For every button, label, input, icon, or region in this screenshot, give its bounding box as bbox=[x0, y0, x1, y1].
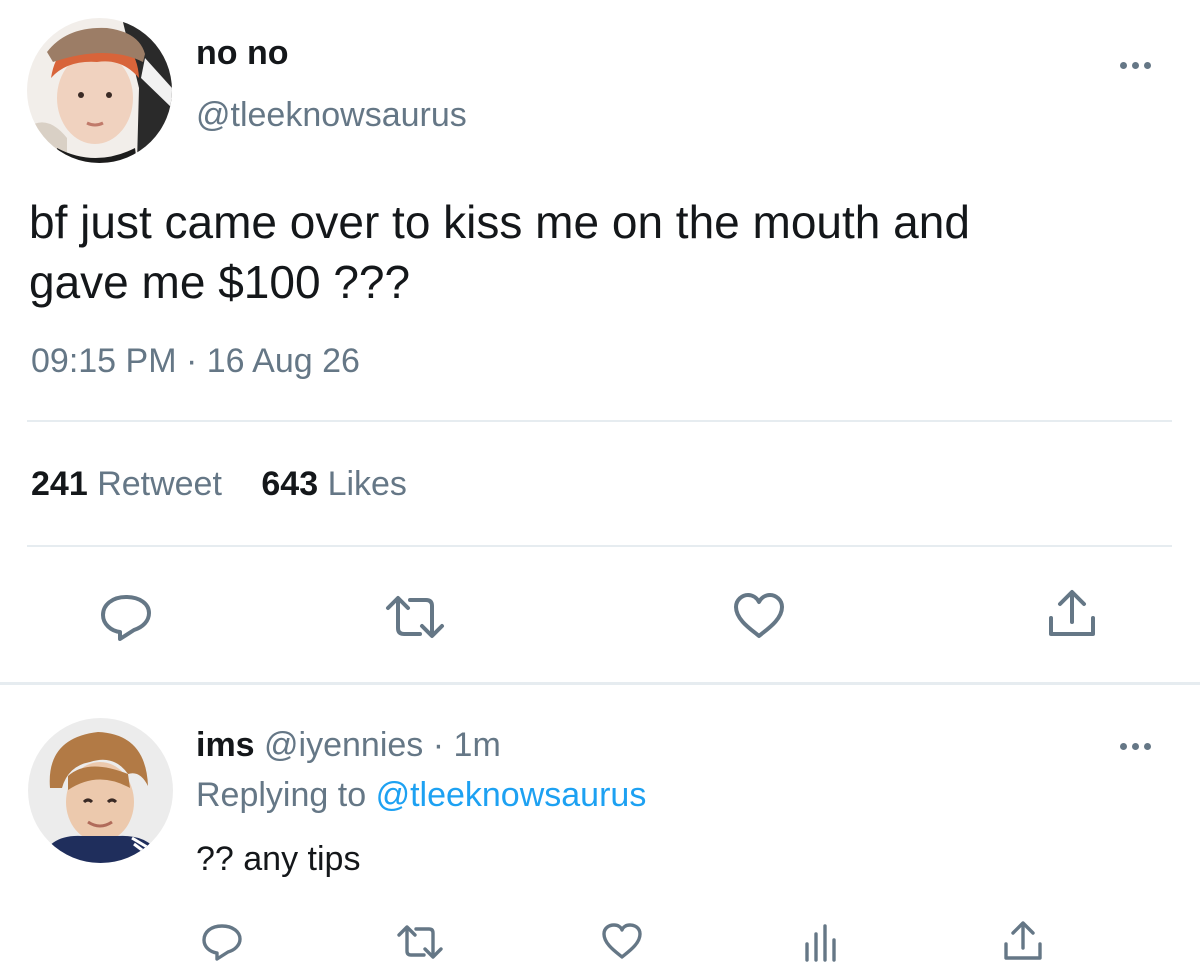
reply-icon[interactable] bbox=[98, 592, 154, 642]
share-icon[interactable] bbox=[1046, 588, 1098, 640]
author-handle[interactable]: @tleeknowsaurus bbox=[196, 96, 467, 135]
like-icon[interactable] bbox=[732, 592, 786, 640]
reply-header: ims @iyennies · 1m bbox=[196, 726, 501, 765]
tweet-text-line-2: gave me $100 ??? bbox=[29, 256, 411, 308]
divider bbox=[27, 545, 1172, 547]
thread-divider bbox=[0, 682, 1200, 685]
reply-share-icon[interactable] bbox=[1002, 920, 1044, 962]
divider bbox=[27, 420, 1172, 422]
replying-to: Replying to @tleeknowsaurus bbox=[196, 776, 646, 815]
tweet-time: 09:15 PM bbox=[31, 342, 177, 380]
tweet-text: bf just came over to kiss me on the mout… bbox=[29, 192, 970, 312]
tweet-more-options-icon[interactable] bbox=[1120, 62, 1151, 69]
timestamp-separator: · bbox=[185, 342, 198, 380]
retweet-icon[interactable] bbox=[384, 594, 446, 640]
reply-handle[interactable]: @iyennies bbox=[264, 726, 423, 764]
reply-text: ?? any tips bbox=[196, 840, 361, 878]
replying-to-label: Replying to bbox=[196, 776, 367, 814]
retweet-count: 241 bbox=[31, 465, 88, 503]
reply-separator: · bbox=[432, 726, 445, 764]
tweet-stats: 241 Retweet 643 Likes bbox=[31, 465, 407, 504]
reply-reply-icon[interactable] bbox=[200, 922, 244, 962]
author-avatar[interactable] bbox=[27, 18, 172, 163]
tweet-date: 16 Aug 26 bbox=[206, 342, 360, 380]
tweet-timestamp: 09:15 PM · 16 Aug 26 bbox=[31, 342, 360, 381]
tweet-text-line-1: bf just came over to kiss me on the mout… bbox=[29, 196, 970, 248]
reply-like-icon[interactable] bbox=[601, 922, 643, 960]
retweet-stat[interactable]: 241 Retweet bbox=[31, 465, 231, 503]
analytics-icon[interactable] bbox=[803, 922, 839, 962]
replying-to-handle[interactable]: @tleeknowsaurus bbox=[376, 776, 647, 814]
reply-display-name[interactable]: ims bbox=[196, 726, 255, 764]
reply-age: 1m bbox=[453, 726, 501, 764]
reply-more-options-icon[interactable] bbox=[1120, 743, 1151, 750]
likes-label: Likes bbox=[327, 465, 407, 503]
author-display-name[interactable]: no no bbox=[196, 34, 289, 73]
retweet-label: Retweet bbox=[97, 465, 222, 503]
reply-retweet-icon[interactable] bbox=[396, 924, 444, 960]
reply-author-avatar[interactable] bbox=[28, 718, 173, 863]
likes-count: 643 bbox=[261, 465, 319, 503]
likes-stat[interactable]: 643 Likes bbox=[261, 465, 407, 503]
